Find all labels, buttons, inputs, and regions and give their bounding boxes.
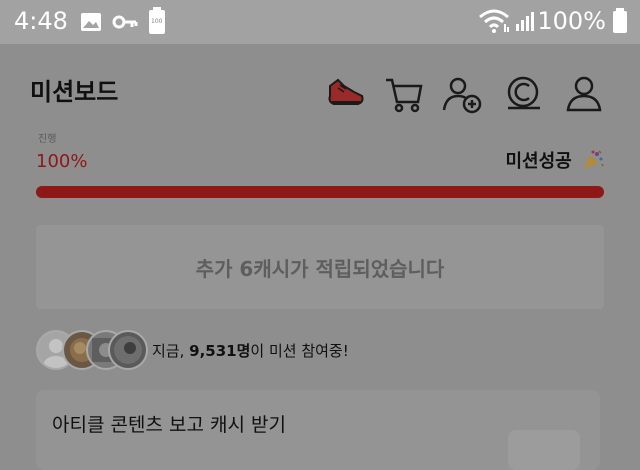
signal-icon	[516, 12, 534, 31]
mission-card-title: 아티클 콘텐츠 보고 캐시 받기	[52, 414, 286, 436]
cart-icon	[386, 78, 423, 113]
progress-percent: 100%	[36, 151, 88, 172]
key-icon	[112, 15, 138, 29]
sneaker-icon	[328, 78, 364, 105]
status-bar: 4:48 100 100%	[0, 0, 640, 44]
cash-notice: 추가 6캐시가 적립되었습니다	[36, 225, 604, 309]
participant-avatars	[36, 330, 148, 372]
add-user-icon	[442, 77, 482, 114]
party-popper-icon	[584, 150, 604, 169]
status-time: 4:48	[14, 7, 68, 35]
battery-badge: 100	[151, 18, 163, 25]
mission-card[interactable]: 아티클 콘텐츠 보고 캐시 받기	[36, 390, 600, 470]
mission-status: 미션성공	[505, 149, 604, 174]
cash-button[interactable]	[502, 72, 546, 116]
progress-bar-fill	[36, 186, 604, 198]
profile-button[interactable]	[562, 72, 606, 116]
cart-button[interactable]	[382, 72, 426, 116]
progress-label: 진행	[38, 134, 57, 145]
participants-count: 9,531명	[189, 342, 251, 360]
mission-card-action-button[interactable]	[508, 430, 580, 470]
coin-icon	[507, 76, 540, 110]
cash-notice-text: 추가 6캐시가 적립되었습니다	[195, 256, 445, 281]
progress-bar	[36, 186, 604, 198]
add-friend-button[interactable]	[440, 72, 484, 116]
page-title: 미션보드	[30, 78, 119, 106]
participants-suffix: 이 미션 참여중!	[250, 342, 349, 360]
avatar	[108, 330, 148, 370]
battery-full-icon	[613, 8, 627, 33]
participant-count-text: 지금, 9,531명이 미션 참여중!	[152, 340, 349, 362]
photo-avatar-icon	[114, 336, 142, 364]
image-icon	[81, 13, 101, 31]
mission-status-text: 미션성공	[505, 151, 572, 172]
battery-percent: 100%	[537, 7, 606, 35]
sneaker-button[interactable]	[324, 72, 368, 116]
user-icon	[566, 76, 602, 112]
app-bar: 미션보드	[0, 44, 640, 140]
wifi-icon	[479, 9, 509, 33]
participants-prefix: 지금,	[152, 342, 190, 360]
